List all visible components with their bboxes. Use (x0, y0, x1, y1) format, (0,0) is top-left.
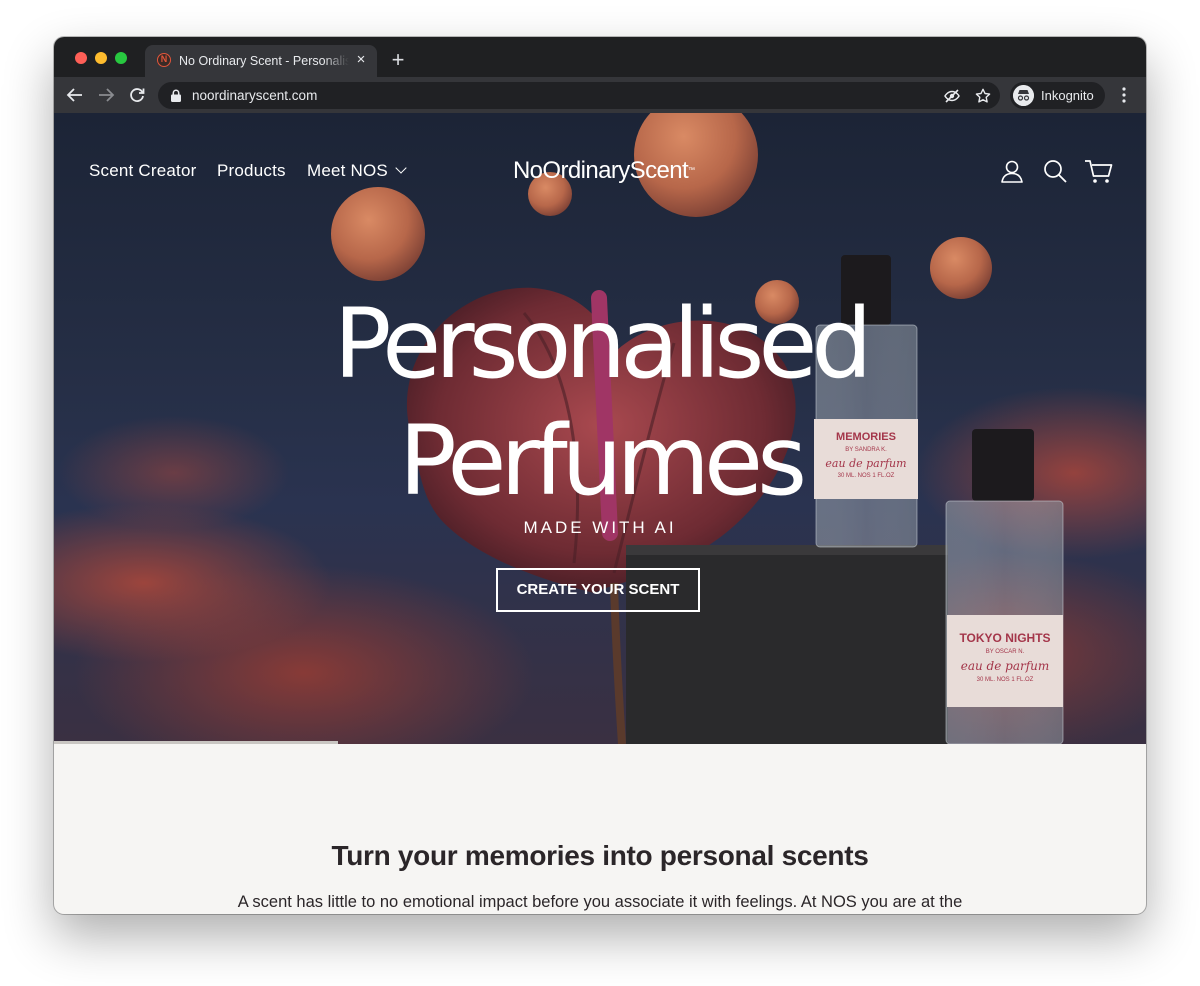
hero-headline-line2: Perfumes (398, 405, 807, 517)
hero-subheadline: MADE WITH AI (523, 518, 677, 537)
nav-products[interactable]: Products (217, 160, 286, 182)
profile-label: Inkognito (1041, 88, 1094, 103)
bottle-badge: NOS (996, 677, 1010, 683)
bookmark-star-icon[interactable] (974, 87, 992, 105)
url-text: noordinaryscent.com (192, 88, 318, 103)
nav-meet-nos-label: Meet NOS (307, 161, 388, 180)
incognito-profile-button[interactable]: Inkognito (1010, 82, 1105, 109)
close-window-button[interactable] (75, 52, 87, 64)
slideshow-progress-bar (54, 741, 338, 744)
bottle-oz: 1 FL.OZ (1011, 677, 1034, 683)
site-favicon-icon: N (157, 53, 171, 67)
bottle-name: TOKYO NIGHTS (959, 631, 1051, 645)
tab-strip: N No Ordinary Scent - Personalised Perfu… (54, 37, 1146, 77)
logo-text: NoOrdinaryScent (512, 157, 689, 184)
reload-icon[interactable] (126, 84, 148, 106)
section-body-text: A scent has little to no emotional impac… (237, 893, 963, 911)
back-arrow-icon[interactable] (64, 84, 86, 106)
tab-close-icon[interactable]: × (353, 52, 369, 68)
eye-off-icon[interactable] (943, 87, 961, 105)
bottle-type: eau de parfum (960, 659, 1050, 673)
hero-headline-line1: Personalised (333, 288, 873, 400)
bottle-size: 30 ML. (976, 677, 995, 683)
lock-icon (171, 89, 181, 102)
nav-scent-creator[interactable]: Scent Creator (89, 160, 196, 182)
browser-toolbar: noordinaryscent.com Inkognito (54, 77, 1146, 113)
minimize-window-button[interactable] (95, 52, 107, 64)
create-your-scent-button[interactable]: CREATE YOUR SCENT (496, 568, 700, 612)
hero-banner: MEMORIES BY SANDRA K. eau de parfum 30 M… (54, 113, 1146, 744)
site-logo[interactable]: NoOrdinaryScent™ (494, 157, 714, 185)
forward-arrow-icon[interactable] (95, 84, 117, 106)
tab-title: No Ordinary Scent - Personalised Perfume… (179, 54, 349, 68)
browser-tab[interactable]: N No Ordinary Scent - Personalised Perfu… (145, 45, 377, 77)
bottle-author: BY OSCAR N. (985, 649, 1025, 655)
new-tab-button[interactable]: + (387, 49, 409, 71)
search-icon[interactable] (1041, 157, 1069, 185)
bottle-label-tokyo-nights: TOKYO NIGHTS BY OSCAR N. eau de parfum 3… (947, 631, 1063, 687)
zoom-window-button[interactable] (115, 52, 127, 64)
trademark-mark: ™ (688, 167, 696, 174)
browser-window: N No Ordinary Scent - Personalised Perfu… (54, 37, 1146, 914)
nav-meet-nos[interactable]: Meet NOS (307, 160, 407, 182)
incognito-icon (1013, 85, 1034, 106)
browser-menu-icon[interactable] (1114, 85, 1134, 105)
section-title: Turn your memories into personal scents (331, 840, 869, 871)
address-bar[interactable]: noordinaryscent.com (158, 82, 1000, 109)
cart-icon[interactable] (1084, 157, 1114, 185)
account-icon[interactable] (998, 157, 1026, 185)
chevron-down-icon (395, 162, 407, 174)
